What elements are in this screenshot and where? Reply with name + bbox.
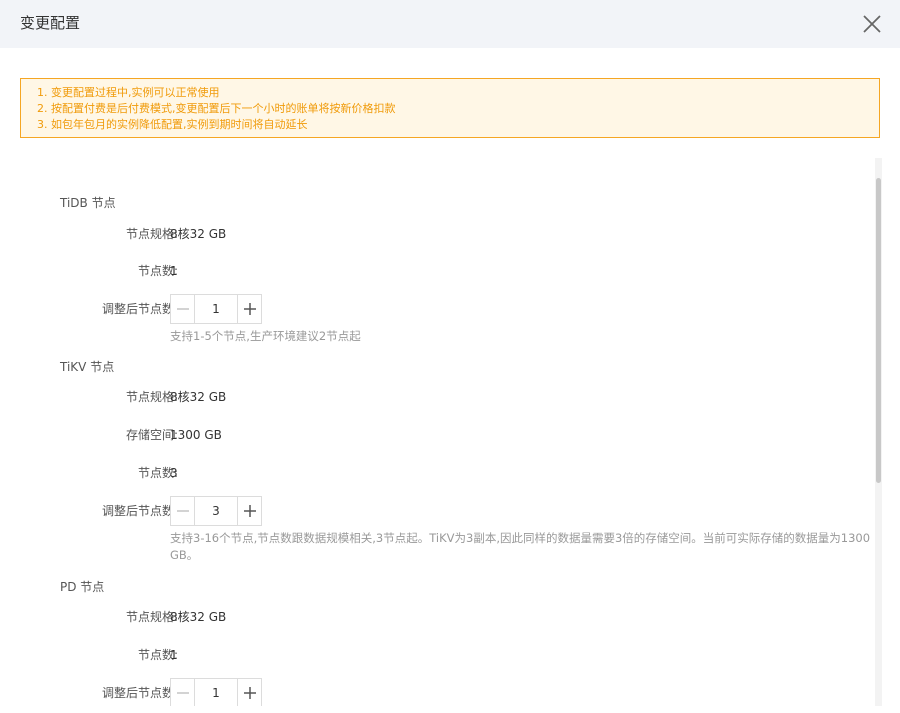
pd-node-stepper[interactable]: 1 <box>170 678 262 706</box>
section-title-tikv: TiKV 节点 <box>60 360 115 374</box>
dialog-header: 变更配置 <box>0 0 900 48</box>
notice-line: 3. 如包年包月的实例降低配置,实例到期时间将自动延长 <box>37 118 308 131</box>
plus-icon <box>244 303 256 315</box>
minus-icon <box>177 510 189 512</box>
adjust-label: 调整后节点数: <box>101 686 178 700</box>
storage-value: 1300 GB <box>170 428 222 442</box>
close-button[interactable] <box>860 12 884 36</box>
plus-icon <box>244 505 256 517</box>
count-value: 1 <box>170 264 178 278</box>
tikv-adjust-row: 调整后节点数: <box>20 501 880 521</box>
minus-icon <box>177 692 189 694</box>
tikv-node-stepper[interactable]: 3 <box>170 496 262 526</box>
stepper-value[interactable]: 3 <box>196 497 236 525</box>
dialog-title: 变更配置 <box>20 14 81 32</box>
minus-icon <box>177 308 189 310</box>
decrement-button[interactable] <box>171 497 195 525</box>
spec-value: 8核32 GB <box>170 610 227 624</box>
tidb-node-stepper[interactable]: 1 <box>170 294 262 324</box>
tidb-hint: 支持1-5个节点,生产环境建议2节点起 <box>170 329 361 343</box>
stepper-value[interactable]: 1 <box>196 295 236 323</box>
tidb-adjust-row: 调整后节点数: <box>20 299 880 319</box>
tikv-spec-row: 节点规格: 8核32 GB <box>20 387 880 407</box>
stepper-value[interactable]: 1 <box>196 679 236 706</box>
tikv-storage-row: 存储空间: 1300 GB <box>20 425 880 445</box>
decrement-button[interactable] <box>171 679 195 706</box>
increment-button[interactable] <box>237 497 261 525</box>
spec-value: 8核32 GB <box>170 390 227 404</box>
tidb-count-row: 节点数: 1 <box>20 261 880 281</box>
section-title-tidb: TiDB 节点 <box>60 196 116 210</box>
pd-adjust-row: 调整后节点数: <box>20 683 880 703</box>
increment-button[interactable] <box>237 679 261 706</box>
count-value: 1 <box>170 648 178 662</box>
adjust-label: 调整后节点数: <box>101 302 178 316</box>
adjust-label: 调整后节点数: <box>101 504 178 518</box>
config-form: TiDB 节点 节点规格: 8核32 GB 节点数: 1 调整后节点数: 1 支… <box>20 158 882 706</box>
scrollbar-thumb[interactable] <box>876 178 881 483</box>
notice-box: 1. 变更配置过程中,实例可以正常使用 2. 按配置付费是后付费模式,变更配置后… <box>20 78 880 138</box>
spec-value: 8核32 GB <box>170 227 227 241</box>
increment-button[interactable] <box>237 295 261 323</box>
tikv-hint: 支持3-16个节点,节点数跟数据规模相关,3节点起。TiKV为3副本,因此同样的… <box>170 531 871 562</box>
count-value: 3 <box>170 466 178 480</box>
close-icon <box>863 15 881 33</box>
pd-spec-row: 节点规格: 8核32 GB <box>20 607 880 627</box>
plus-icon <box>244 687 256 699</box>
pd-count-row: 节点数: 1 <box>20 645 880 665</box>
tidb-spec-row: 节点规格: 8核32 GB <box>20 224 880 244</box>
section-title-pd: PD 节点 <box>60 580 105 594</box>
tikv-count-row: 节点数: 3 <box>20 463 880 483</box>
notice-line: 1. 变更配置过程中,实例可以正常使用 <box>37 86 220 99</box>
notice-line: 2. 按配置付费是后付费模式,变更配置后下一个小时的账单将按新价格扣款 <box>37 102 396 115</box>
decrement-button[interactable] <box>171 295 195 323</box>
